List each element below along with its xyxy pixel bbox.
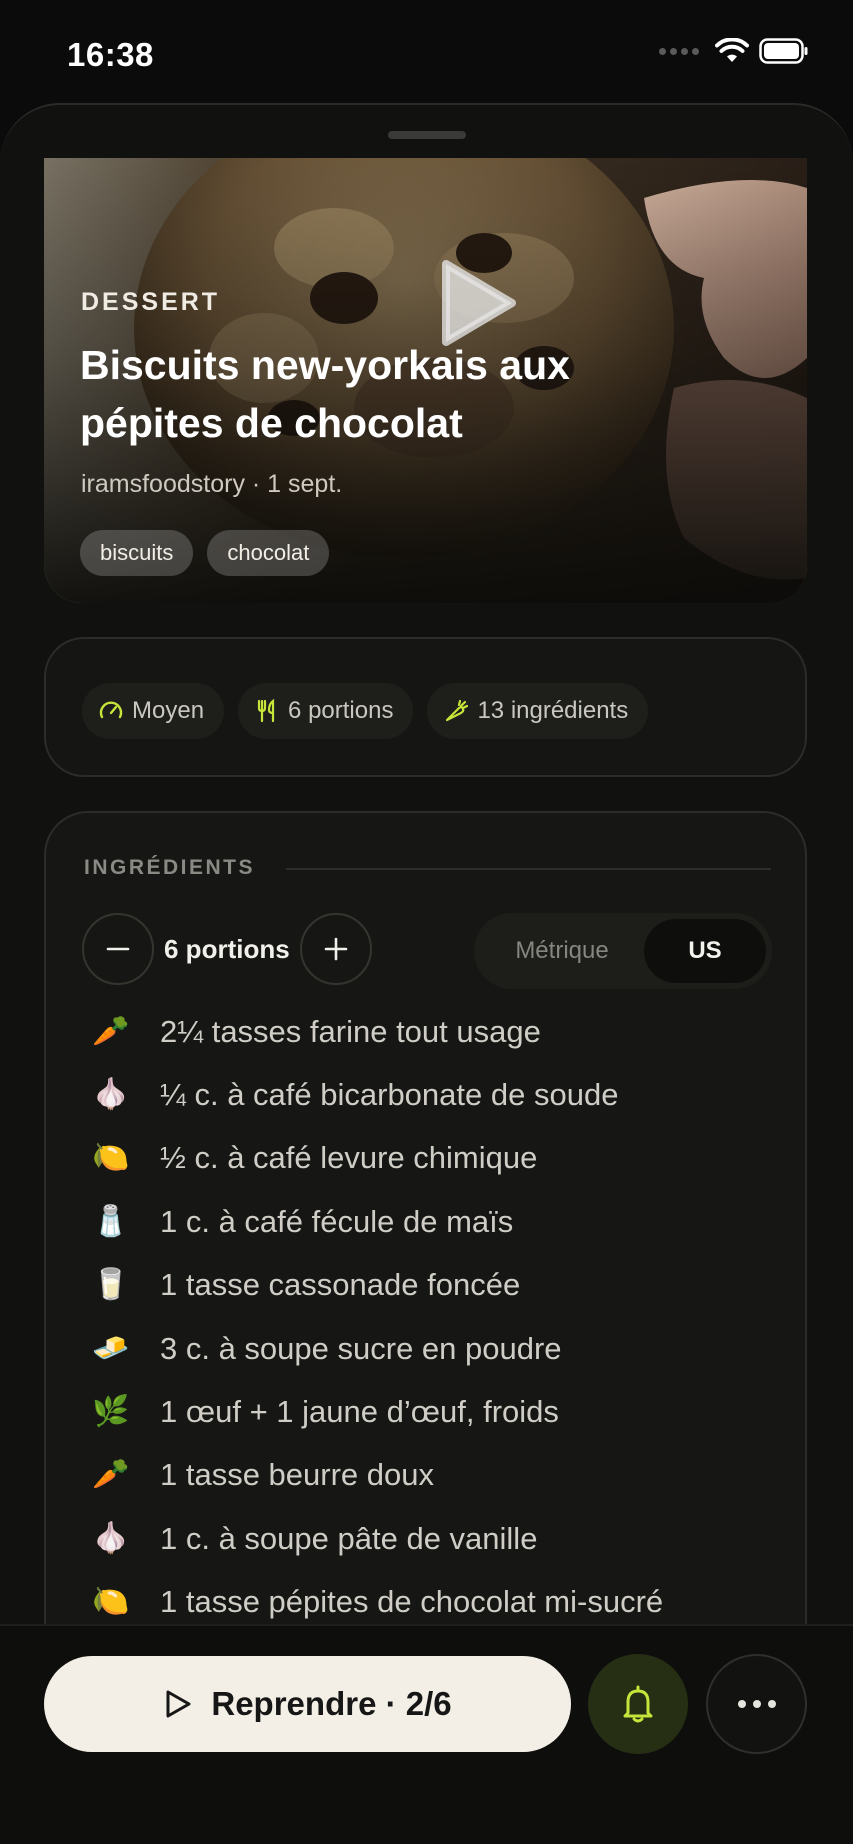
ingredient-item[interactable]: 🧂 1 c. à café fécule de maïs <box>90 1190 790 1253</box>
heading-divider <box>286 868 771 870</box>
timer-alert-button[interactable] <box>588 1654 688 1754</box>
salt-shaker-icon: 🧂 <box>92 1204 130 1238</box>
tag-chocolat[interactable]: chocolat <box>207 530 330 576</box>
garlic-icon: 🧄 <box>92 1078 130 1112</box>
portions-value: 6 portions <box>164 933 290 964</box>
carrot-icon <box>446 699 469 722</box>
plus-icon <box>324 937 347 961</box>
lemon-icon: 🍋 <box>92 1585 130 1619</box>
recipe-sheet: DESSERT Biscuits new-yorkais aux pépites… <box>0 103 853 1844</box>
ingredient-list: 🥕 2¼ tasses farine tout usage 🧄 ¼ c. à c… <box>90 1000 790 1634</box>
ingredient-item[interactable]: 🧄 ¼ c. à café bicarbonate de soude <box>90 1063 790 1126</box>
ingredients-count-label: 13 ingrédients <box>477 697 629 724</box>
gauge-icon <box>99 701 123 719</box>
carrot-icon: 🥕 <box>92 1458 130 1492</box>
ingredient-item[interactable]: 🥛 1 tasse cassonade foncée <box>90 1254 790 1317</box>
recipe-info-card: Moyen 6 portions 13 ingrédients <box>44 637 807 777</box>
ellipsis-icon <box>737 1700 776 1708</box>
ingredient-item[interactable]: 🧈 3 c. à soupe sucre en poudre <box>90 1317 790 1380</box>
ingredient-text: 1 tasse beurre doux <box>160 1457 435 1493</box>
increase-portions-button[interactable] <box>299 913 372 985</box>
lemon-icon: 🍋 <box>92 1141 130 1175</box>
unit-us-option[interactable]: US <box>644 919 766 983</box>
battery-icon <box>759 38 808 64</box>
ingredient-text: ½ c. à café levure chimique <box>160 1140 538 1176</box>
ingredient-text: ¼ c. à café bicarbonate de soude <box>160 1077 619 1113</box>
utensils-icon <box>257 698 275 723</box>
recipe-tags: biscuits chocolat <box>80 530 330 576</box>
ingredient-text: 1 tasse pépites de chocolat mi-sucré <box>160 1584 664 1620</box>
cellular-signal-icon <box>659 47 699 55</box>
more-options-button[interactable] <box>706 1654 807 1754</box>
ingredient-item[interactable]: 🍋 ½ c. à café levure chimique <box>90 1127 790 1190</box>
ingredients-heading: INGRÉDIENTS <box>84 856 256 879</box>
sheet-grabber[interactable] <box>388 131 466 139</box>
status-icons <box>659 38 809 64</box>
ingredient-item[interactable]: 🥕 2¼ tasses farine tout usage <box>90 1000 790 1063</box>
decrease-portions-button[interactable] <box>82 913 154 985</box>
portions-chip: 6 portions <box>238 683 414 739</box>
recipe-hero[interactable]: DESSERT Biscuits new-yorkais aux pépites… <box>44 158 807 603</box>
unit-metric-option[interactable]: Métrique <box>480 919 644 983</box>
unit-toggle: Métrique US <box>474 913 772 989</box>
ingredient-text: 1 c. à soupe pâte de vanille <box>160 1520 538 1556</box>
ingredient-item[interactable]: 🧄 1 c. à soupe pâte de vanille <box>90 1507 790 1570</box>
minus-icon <box>106 947 130 951</box>
difficulty-label: Moyen <box>132 697 205 724</box>
status-bar: 16:38 <box>0 0 853 105</box>
ingredient-text: 1 tasse cassonade foncée <box>160 1267 521 1303</box>
bell-icon <box>623 1685 653 1723</box>
carrot-icon: 🥕 <box>92 1014 130 1048</box>
bottom-action-bar: Reprendre · 2/6 <box>0 1624 853 1844</box>
butter-icon: 🧈 <box>92 1331 130 1365</box>
status-time: 16:38 <box>67 36 154 73</box>
ingredient-text: 1 c. à café fécule de maïs <box>160 1203 514 1239</box>
portions-stepper: 6 portions <box>82 913 372 985</box>
wifi-icon <box>715 38 749 62</box>
ingredient-text: 3 c. à soupe sucre en poudre <box>160 1330 562 1366</box>
play-outline-icon <box>166 1690 191 1718</box>
play-icon[interactable] <box>438 258 518 348</box>
resume-label: Reprendre · 2/6 <box>211 1685 452 1722</box>
ingredients-count-chip: 13 ingrédients <box>427 683 649 739</box>
recipe-author-date[interactable]: iramsfoodstory · 1 sept. <box>81 470 342 499</box>
difficulty-chip: Moyen <box>82 683 225 739</box>
herb-icon: 🌿 <box>92 1395 130 1429</box>
garlic-icon: 🧄 <box>92 1521 130 1555</box>
ingredient-item[interactable]: 🌿 1 œuf + 1 jaune d’œuf, froids <box>90 1380 790 1443</box>
recipe-category: DESSERT <box>81 288 221 316</box>
milk-glass-icon: 🥛 <box>92 1268 130 1302</box>
portions-label: 6 portions <box>288 697 394 724</box>
resume-button[interactable]: Reprendre · 2/6 <box>44 1656 571 1752</box>
tag-biscuits[interactable]: biscuits <box>80 530 194 576</box>
ingredient-item[interactable]: 🥕 1 tasse beurre doux <box>90 1444 790 1507</box>
recipe-title: Biscuits new-yorkais aux pépites de choc… <box>80 342 570 446</box>
ingredient-text: 2¼ tasses farine tout usage <box>160 1013 541 1049</box>
ingredient-text: 1 œuf + 1 jaune d’œuf, froids <box>160 1394 559 1430</box>
